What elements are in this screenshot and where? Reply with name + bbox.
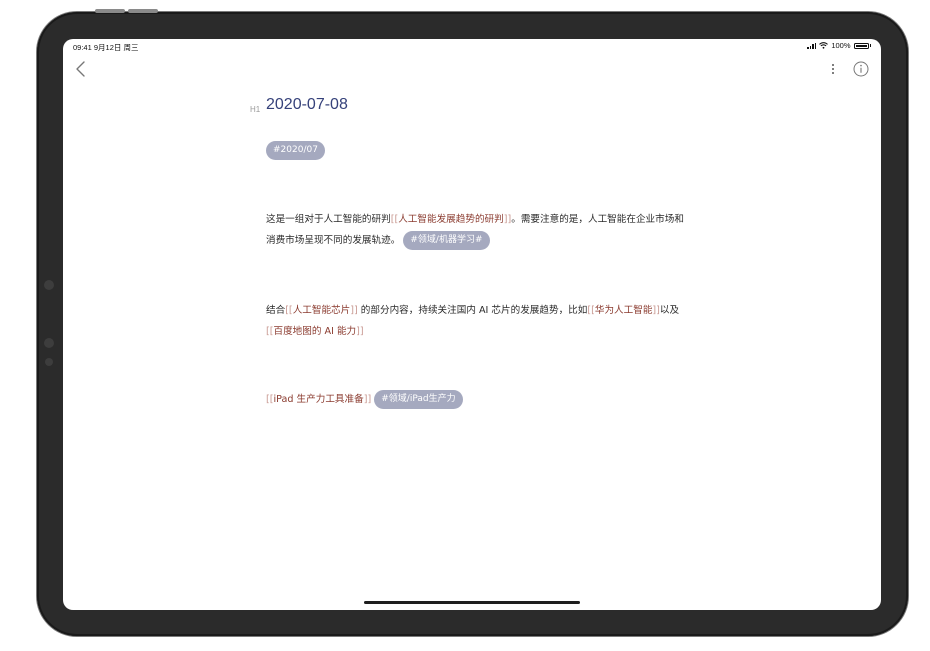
paragraph-text: 这是一组对于人工智能的研判: [266, 214, 391, 225]
wikilink-bracket: ]]: [363, 394, 372, 405]
wikilink[interactable]: 华为人工智能: [595, 305, 653, 316]
topic-tag[interactable]: #领域/机器学习#: [403, 230, 490, 250]
side-sensor-dot: [44, 280, 54, 290]
volume-up-button: [95, 9, 125, 13]
battery-tip: [869, 44, 871, 47]
paragraph-text: 以及: [659, 305, 680, 316]
side-sensor-dot: [45, 358, 53, 366]
vertical-ellipsis-icon[interactable]: [829, 62, 837, 76]
status-time: 09:41 9月12日 周三: [73, 43, 139, 52]
wifi-icon: [819, 42, 829, 49]
side-sensor-dot: [44, 338, 54, 348]
chevron-left-icon[interactable]: [73, 59, 89, 79]
wikilink-bracket: [[: [266, 326, 274, 337]
cellular-signal-icon: [807, 42, 817, 49]
paragraph[interactable]: 这是一组对于人工智能的研判[[人工智能发展趋势的研判]]。需要注意的是，人工智能…: [266, 209, 686, 251]
wikilink-bracket: ]]: [350, 305, 358, 316]
wikilink-bracket: ]]: [356, 326, 364, 337]
paragraph-text: 的部分内容，持续关注国内 AI 芯片的发展趋势，比如: [357, 305, 588, 316]
heading-level-marker: H1: [250, 105, 261, 114]
date-tag[interactable]: #2020/07: [266, 141, 325, 160]
topic-tag[interactable]: #领域/iPad生产力: [374, 389, 463, 409]
wikilink[interactable]: 人工智能芯片: [293, 305, 351, 316]
paragraph[interactable]: 结合[[人工智能芯片]] 的部分内容，持续关注国内 AI 芯片的发展趋势，比如[…: [266, 300, 686, 342]
wikilink-bracket: ]]: [652, 305, 660, 316]
wikilink-bracket: [[: [266, 394, 274, 405]
home-indicator[interactable]: [364, 601, 580, 604]
paragraph-text: 结合: [266, 305, 286, 316]
battery-percent: 100%: [831, 41, 851, 50]
paragraph[interactable]: [[iPad 生产力工具准备]] #领域/iPad生产力: [266, 389, 686, 410]
app-screen: 09:41 9月12日 周三 100% H1 2020-07-08 #2020/…: [63, 39, 881, 610]
status-bar: 09:41 9月12日 周三 100%: [63, 39, 881, 53]
wikilink[interactable]: iPad 生产力工具准备: [274, 394, 364, 405]
page-title[interactable]: 2020-07-08: [266, 96, 348, 114]
wikilink[interactable]: 人工智能发展趋势的研判: [398, 214, 504, 225]
status-indicators: 100%: [807, 41, 871, 50]
wikilink[interactable]: 百度地图的 AI 能力: [274, 326, 357, 337]
volume-down-button: [128, 9, 158, 13]
note-document: H1 2020-07-08 #2020/07 这是一组对于人工智能的研判[[人工…: [250, 95, 690, 409]
battery-icon: [853, 42, 869, 49]
wikilink-bracket: [[: [587, 305, 595, 316]
heading-row: H1 2020-07-08: [250, 95, 690, 119]
info-circle-icon[interactable]: [853, 61, 869, 77]
wikilink-bracket: [[: [285, 305, 293, 316]
